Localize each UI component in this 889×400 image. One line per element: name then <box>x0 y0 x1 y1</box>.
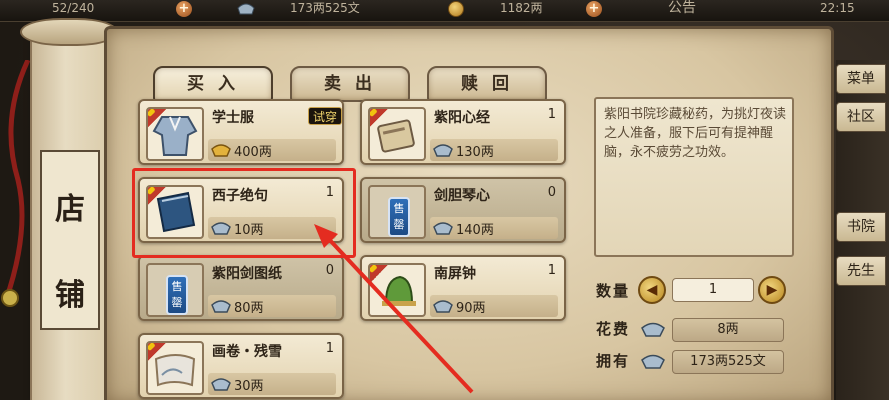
item-name: 紫阳心经 <box>434 110 490 126</box>
silver-balance-text: 173两525文 <box>290 1 360 15</box>
robe-icon <box>146 107 204 161</box>
item-stock: 0 <box>547 185 556 200</box>
game-screen: 52/240 + 173两525文 1182两 + 公告 22:15 店 铺 买… <box>0 0 889 400</box>
item-stock: 0 <box>325 263 334 278</box>
item-price: 90两 <box>456 301 486 316</box>
community-button[interactable]: 社区 <box>836 102 886 132</box>
level-progress-text: 52/240 <box>52 1 95 15</box>
item-name: 剑胆琴心 <box>434 188 490 204</box>
item-card-painting-snow[interactable]: 画卷・残雪 1 30两 <box>138 333 344 399</box>
decrease-quantity-button[interactable]: ◀ <box>638 276 666 304</box>
gold-coin-icon <box>448 1 464 17</box>
gold-ingot-icon <box>211 144 231 157</box>
blueprint-icon: 售罄 <box>146 263 204 317</box>
item-stock: 1 <box>547 263 556 278</box>
item-name: 画卷・残雪 <box>212 344 282 360</box>
tassel-rope-decoration <box>1 60 30 307</box>
item-stock: 1 <box>325 341 334 356</box>
increase-quantity-button[interactable]: ▶ <box>758 276 786 304</box>
right-menu-strip: 菜单 社区 书院 先生 <box>836 60 889 400</box>
add-energy-button[interactable]: + <box>176 1 192 17</box>
item-card-scholar-robe[interactable]: 学士服 试穿 400两 <box>138 99 344 165</box>
highlight-frame <box>132 168 356 258</box>
item-description-box: 紫阳书院珍藏秘药，为挑灯夜读之人准备，服下后可有提神醒脑，永不疲劳之功效。 <box>594 97 794 257</box>
silver-ingot-icon <box>211 378 231 391</box>
menu-button[interactable]: 菜单 <box>836 64 886 94</box>
bell-icon <box>368 263 426 317</box>
item-card-sword-heart[interactable]: 售罄 剑胆琴心 0 140两 <box>360 177 566 243</box>
cost-value: 8两 <box>672 318 784 342</box>
silver-ingot-icon <box>433 300 453 313</box>
new-ribbon-icon <box>148 109 169 130</box>
teacher-button[interactable]: 先生 <box>836 256 886 286</box>
item-card-ziyang-scripture[interactable]: 紫阳心经 1 130两 <box>360 99 566 165</box>
sold-out-tag: 售罄 <box>166 275 188 315</box>
item-description-text: 紫阳书院珍藏秘药，为挑灯夜读之人准备，服下后可有提神醒脑，永不疲劳之功效。 <box>604 107 787 160</box>
shop-title-char-2: 铺 <box>55 278 85 313</box>
clock-text: 22:15 <box>820 1 855 15</box>
item-card-ziyang-sword-blueprint[interactable]: 售罄 紫阳剑图纸 0 80两 <box>138 255 344 321</box>
silver-ingot-icon <box>237 3 255 15</box>
silver-ingot-icon <box>641 322 665 337</box>
item-price: 140两 <box>456 223 494 238</box>
silver-ingot-icon <box>433 222 453 235</box>
scroll-book-icon <box>368 107 426 161</box>
cost-label: 花费 <box>596 320 631 338</box>
item-card-nanping-bell[interactable]: 南屏钟 1 90两 <box>360 255 566 321</box>
item-name: 南屏钟 <box>434 266 476 282</box>
add-gold-button[interactable]: + <box>586 1 602 17</box>
top-hud-bar: 52/240 + 173两525文 1182两 + 公告 22:15 <box>0 0 889 22</box>
book-icon: 售罄 <box>368 185 426 239</box>
item-name: 学士服 <box>212 110 254 126</box>
owned-value: 173两525文 <box>672 350 784 374</box>
academy-button[interactable]: 书院 <box>836 212 886 242</box>
gold-balance-text: 1182两 <box>500 1 543 15</box>
notice-button[interactable]: 公告 <box>668 0 696 18</box>
item-price: 130两 <box>456 145 494 160</box>
item-stock: 1 <box>547 107 556 122</box>
owned-label: 拥有 <box>596 352 631 370</box>
painting-icon <box>146 341 204 395</box>
item-price: 30两 <box>234 379 264 394</box>
try-on-button[interactable]: 试穿 <box>308 107 342 125</box>
silver-ingot-icon <box>433 144 453 157</box>
new-ribbon-icon <box>148 343 169 364</box>
item-price: 80两 <box>234 301 264 316</box>
new-ribbon-icon <box>370 265 391 286</box>
shop-title-char-1: 店 <box>55 192 85 227</box>
silver-ingot-icon <box>211 300 231 313</box>
shop-title-plaque: 店 铺 <box>40 150 100 330</box>
item-name: 紫阳剑图纸 <box>212 266 282 282</box>
new-ribbon-icon <box>370 109 391 130</box>
silver-ingot-icon <box>641 354 665 369</box>
item-price: 400两 <box>234 145 272 160</box>
sold-out-tag: 售罄 <box>388 197 410 237</box>
quantity-input[interactable]: 1 <box>672 278 754 302</box>
quantity-label: 数量 <box>596 282 631 300</box>
